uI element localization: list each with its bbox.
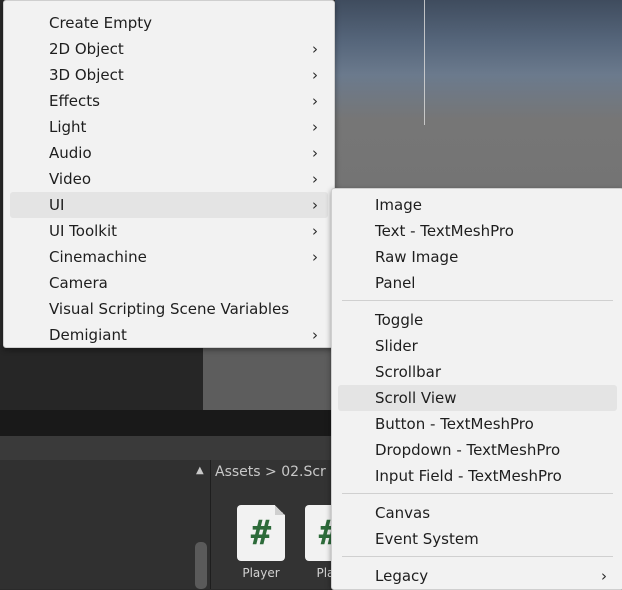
breadcrumb[interactable]: Assets > 02.Scr: [215, 464, 326, 480]
menu-item-button-textmeshpro[interactable]: Button - TextMeshPro: [338, 411, 617, 437]
menu-item-raw-image[interactable]: Raw Image: [338, 244, 617, 270]
chevron-right-icon: ›: [312, 40, 318, 58]
chevron-right-icon: ›: [312, 326, 318, 344]
menu-item-effects[interactable]: Effects ›: [10, 88, 328, 114]
menu-item-toggle[interactable]: Toggle: [338, 307, 617, 333]
chevron-right-icon: ›: [312, 196, 318, 214]
menu-item-cinemachine[interactable]: Cinemachine ›: [10, 244, 328, 270]
scene-view-bottom: [203, 345, 335, 410]
folder-tree-scrollbar[interactable]: [195, 542, 207, 589]
chevron-right-icon: ›: [312, 144, 318, 162]
chevron-right-icon: ›: [601, 567, 607, 585]
menu-item-visual-scripting-scene-variables[interactable]: Visual Scripting Scene Variables: [10, 296, 328, 322]
menu-item-2d-object[interactable]: 2D Object ›: [10, 36, 328, 62]
menu-separator: [342, 556, 613, 557]
menu-item-camera[interactable]: Camera: [10, 270, 328, 296]
menu-item-light[interactable]: Light ›: [10, 114, 328, 140]
menu-item-scroll-view[interactable]: Scroll View: [338, 385, 617, 411]
scroll-up-icon[interactable]: ▲: [196, 465, 204, 476]
menu-item-event-system[interactable]: Event System: [338, 526, 617, 552]
scene-gizmo-line: [424, 0, 425, 125]
menu-item-panel[interactable]: Panel: [338, 270, 617, 296]
chevron-right-icon: ›: [312, 92, 318, 110]
menu-item-scrollbar[interactable]: Scrollbar: [338, 359, 617, 385]
asset-label: Player: [242, 566, 280, 580]
menu-separator: [342, 300, 613, 301]
menu-item-ui-toolkit[interactable]: UI Toolkit ›: [10, 218, 328, 244]
menu-item-audio[interactable]: Audio ›: [10, 140, 328, 166]
project-folder-tree[interactable]: [0, 460, 210, 589]
csharp-script-icon: #: [237, 505, 285, 561]
menu-item-legacy[interactable]: Legacy ›: [338, 563, 617, 589]
menu-item-3d-object[interactable]: 3D Object ›: [10, 62, 328, 88]
menu-item-slider[interactable]: Slider: [338, 333, 617, 359]
chevron-right-icon: ›: [312, 248, 318, 266]
chevron-right-icon: ›: [312, 222, 318, 240]
menu-item-input-field-textmeshpro[interactable]: Input Field - TextMeshPro: [338, 463, 617, 489]
panel-divider[interactable]: [210, 460, 211, 589]
menu-item-image[interactable]: Image: [338, 192, 617, 218]
menu-item-ui[interactable]: UI ›: [10, 192, 328, 218]
menu-item-video[interactable]: Video ›: [10, 166, 328, 192]
menu-item-text-textmeshpro[interactable]: Text - TextMeshPro: [338, 218, 617, 244]
chevron-right-icon: ›: [312, 170, 318, 188]
create-context-menu: Create Empty 2D Object › 3D Object › Effec…: [3, 0, 335, 348]
chevron-right-icon: ›: [312, 66, 318, 84]
asset-item[interactable]: # Player: [233, 505, 289, 580]
menu-item-canvas[interactable]: Canvas: [338, 500, 617, 526]
menu-separator: [342, 493, 613, 494]
chevron-right-icon: ›: [312, 118, 318, 136]
menu-item-demigiant[interactable]: Demigiant ›: [10, 322, 328, 348]
ui-submenu: Image Text - TextMeshPro Raw Image Panel…: [331, 188, 622, 590]
menu-item-create-empty[interactable]: Create Empty: [10, 10, 328, 36]
menu-item-dropdown-textmeshpro[interactable]: Dropdown - TextMeshPro: [338, 437, 617, 463]
